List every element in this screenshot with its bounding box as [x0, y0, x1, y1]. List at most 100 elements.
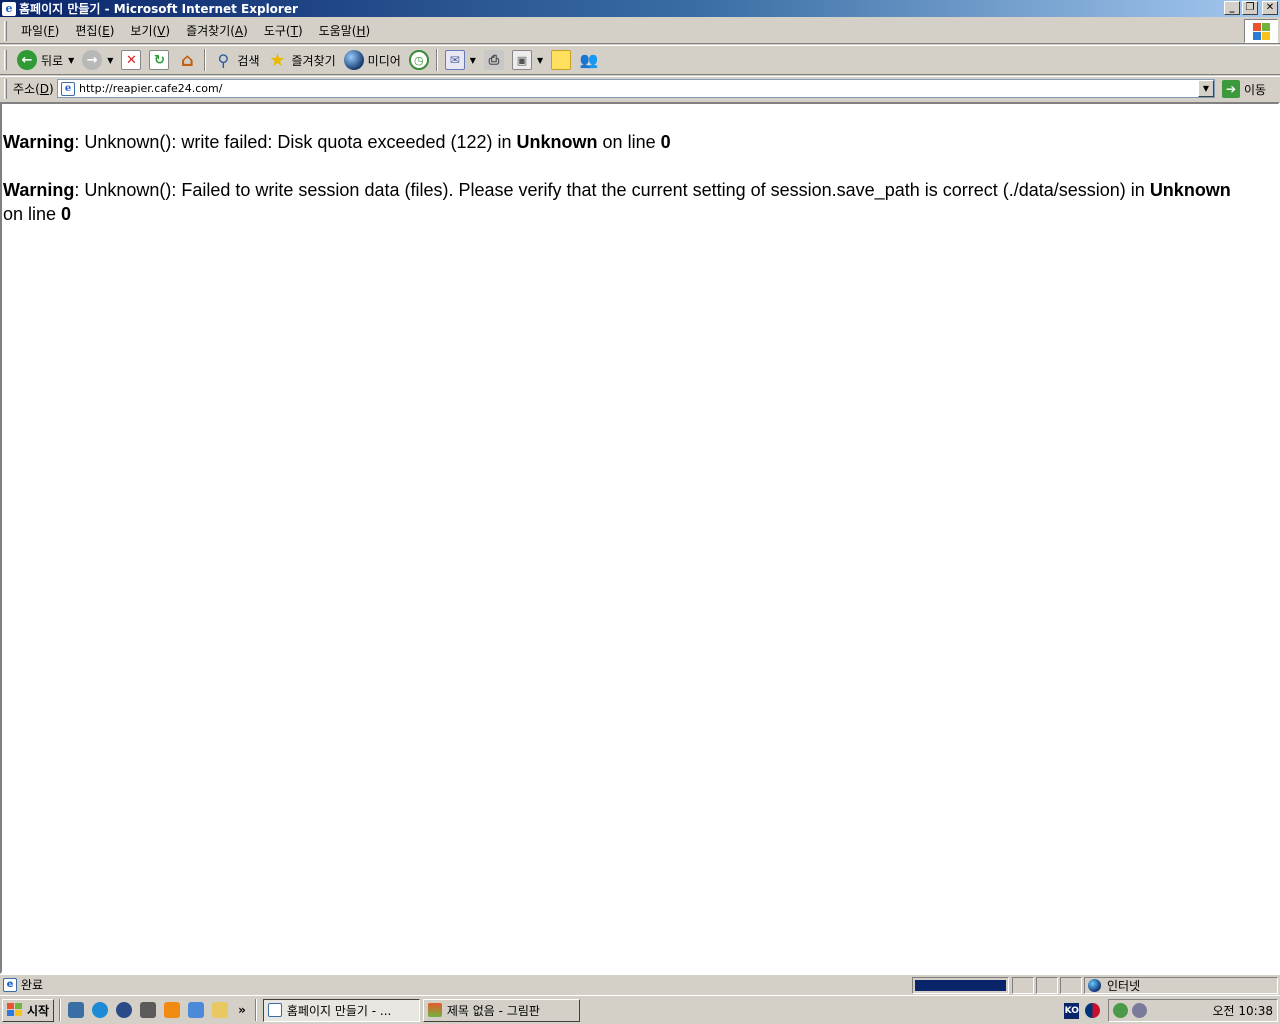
taskbar: 시작 » 홈페이지 만들기 - ... 제목 없음 - 그림판 KO 오전 10…	[0, 995, 1280, 1024]
taskbar-separator	[254, 999, 257, 1021]
stop-button[interactable]: ✕	[117, 47, 145, 73]
note-icon	[551, 50, 572, 70]
mail-icon: ✉	[444, 50, 465, 70]
restore-button[interactable]: ❐	[1242, 1, 1258, 15]
warning-label: Warning	[3, 180, 75, 200]
language-bar[interactable]: KO	[1064, 1001, 1104, 1020]
warning-message-1: Warning: Unknown(): write failed: Disk q…	[3, 132, 671, 152]
quicklaunch-media-player-icon[interactable]	[116, 1002, 133, 1018]
refresh-button[interactable]: ↻	[145, 47, 173, 73]
go-arrow-icon: ➔	[1222, 80, 1240, 98]
home-icon: ⌂	[180, 49, 194, 71]
forward-arrow-icon: →	[82, 50, 103, 70]
korean-ime-icon[interactable]	[1085, 1003, 1100, 1018]
window-title: 홈페이지 만들기 - Microsoft Internet Explorer	[19, 2, 298, 16]
print-button[interactable]: ⎙	[480, 47, 508, 73]
menu-edit[interactable]: 편집(E)	[67, 22, 122, 39]
toolbar-grip[interactable]	[4, 78, 7, 99]
edit-icon: ▣	[511, 50, 532, 70]
menu-view[interactable]: 보기(V)	[122, 22, 178, 39]
toolbar-grip[interactable]	[4, 50, 7, 70]
page-content: Warning: Unknown(): write failed: Disk q…	[0, 102, 1280, 974]
internet-globe-icon	[1088, 979, 1101, 992]
edit-dropdown-icon[interactable]: ▼	[537, 56, 543, 65]
search-icon: ⚲	[217, 50, 230, 70]
quicklaunch-ie-icon[interactable]	[92, 1002, 109, 1018]
media-button[interactable]: 미디어	[340, 47, 405, 73]
toolbar-separator	[204, 49, 207, 71]
quicklaunch-desktop-icon[interactable]	[68, 1002, 85, 1018]
address-field[interactable]: e ▼	[57, 79, 1215, 98]
status-panel-empty	[1060, 977, 1082, 994]
page-done-icon: e	[3, 977, 17, 992]
close-button[interactable]: ✕	[1262, 1, 1278, 15]
address-bar: 주소(D) e ▼ ➔ 이동	[0, 76, 1280, 100]
standard-toolbar: ← 뒤로 ▼ → ▼ ✕ ↻ ⌂ ⚲ 검색 ★ 즐겨찾기 미디어 ◷ ✉ ▼ ⎙…	[0, 45, 1280, 75]
quicklaunch-app-icon[interactable]	[164, 1002, 181, 1018]
menu-bar: 파일(F) 편집(E) 보기(V) 즐겨찾기(A) 도구(T) 도움말(H)	[0, 18, 1280, 44]
window-controls: _ ❐ ✕	[1224, 1, 1278, 15]
history-button[interactable]: ◷	[405, 47, 433, 73]
minimize-button[interactable]: _	[1224, 1, 1240, 15]
security-zone[interactable]: 인터넷	[1084, 977, 1278, 994]
star-icon: ★	[269, 49, 286, 71]
messenger-people-icon: 👥	[579, 51, 599, 69]
forward-button[interactable]: → ▼	[78, 47, 117, 73]
menu-help[interactable]: 도움말(H)	[311, 22, 379, 39]
tray-app-icon[interactable]	[1132, 1003, 1147, 1018]
system-tray: 오전 10:38	[1108, 999, 1278, 1022]
quicklaunch-moviemaker-icon[interactable]	[140, 1002, 157, 1018]
progress-fill	[915, 980, 1006, 991]
status-panel-empty	[1012, 977, 1034, 994]
mail-button[interactable]: ✉ ▼	[441, 47, 480, 73]
address-label: 주소(D)	[13, 82, 54, 96]
go-button[interactable]: ➔ 이동	[1222, 79, 1266, 99]
media-globe-icon	[343, 50, 364, 70]
ie-icon[interactable]: e	[2, 1, 16, 16]
taskbar-separator	[59, 999, 62, 1021]
status-bar: e 완료 인터넷	[0, 974, 1280, 994]
stop-icon: ✕	[121, 50, 142, 70]
address-dropdown-icon[interactable]: ▼	[1198, 80, 1214, 97]
address-input[interactable]	[79, 80, 1198, 97]
history-clock-icon: ◷	[408, 50, 429, 70]
ie-icon	[267, 1003, 282, 1017]
menu-file[interactable]: 파일(F)	[13, 22, 67, 39]
progress-bar	[912, 977, 1009, 994]
messenger-button[interactable]: 👥	[575, 47, 603, 73]
search-button[interactable]: ⚲ 검색	[209, 47, 263, 73]
paint-icon	[427, 1003, 442, 1017]
task-paint-window[interactable]: 제목 없음 - 그림판	[422, 998, 580, 1022]
menu-tools[interactable]: 도구(T)	[256, 22, 311, 39]
warning-message-2: Warning: Unknown(): Failed to write sess…	[3, 180, 1231, 224]
back-button[interactable]: ← 뒤로 ▼	[13, 47, 78, 73]
ime-indicator[interactable]: KO	[1064, 1002, 1080, 1019]
back-arrow-icon: ←	[17, 50, 37, 70]
tray-network-icon[interactable]	[1113, 1003, 1128, 1018]
windows-logo-icon	[1244, 19, 1278, 43]
start-button[interactable]: 시작	[2, 998, 55, 1022]
mail-dropdown-icon[interactable]: ▼	[470, 56, 476, 65]
back-dropdown-icon[interactable]: ▼	[68, 56, 74, 65]
quicklaunch-overflow-icon[interactable]: »	[238, 1003, 246, 1017]
printer-icon: ⎙	[483, 50, 504, 70]
quicklaunch-folder-icon[interactable]	[212, 1002, 229, 1018]
status-panel-empty	[1036, 977, 1058, 994]
page-icon: e	[61, 81, 75, 96]
favorites-button[interactable]: ★ 즐겨찾기	[264, 47, 340, 73]
toolbar-grip[interactable]	[4, 20, 7, 41]
home-button[interactable]: ⌂	[173, 47, 201, 73]
warning-label: Warning	[3, 132, 75, 152]
status-text: 완료	[21, 978, 44, 992]
clock[interactable]: 오전 10:38	[1213, 1002, 1273, 1019]
forward-dropdown-icon[interactable]: ▼	[107, 56, 113, 65]
discuss-button[interactable]	[547, 47, 575, 73]
toolbar-separator	[435, 49, 438, 71]
edit-button[interactable]: ▣ ▼	[508, 47, 547, 73]
quicklaunch-box-icon[interactable]	[188, 1002, 205, 1018]
task-ie-window[interactable]: 홈페이지 만들기 - ...	[262, 998, 420, 1022]
refresh-icon: ↻	[149, 50, 170, 70]
menu-favorites[interactable]: 즐겨찾기(A)	[178, 22, 256, 39]
windows-logo-icon	[7, 1003, 23, 1017]
title-bar[interactable]: e 홈페이지 만들기 - Microsoft Internet Explorer…	[0, 0, 1280, 17]
